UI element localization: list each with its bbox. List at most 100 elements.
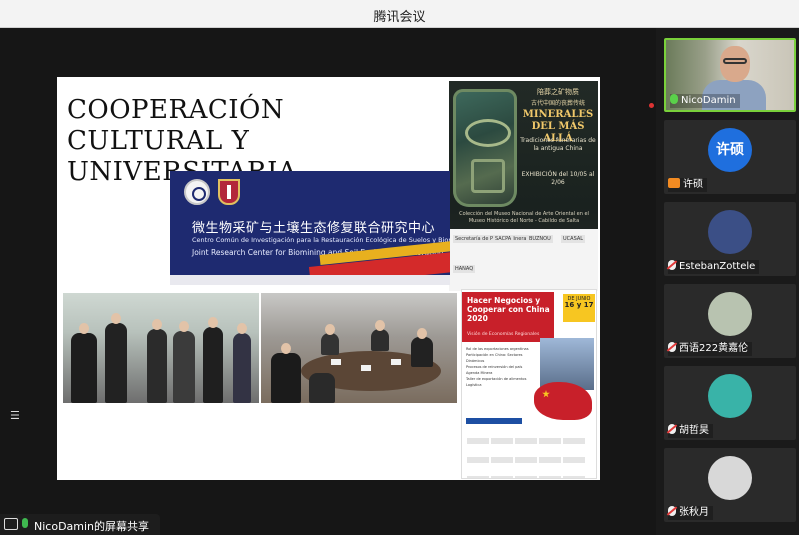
exhibition-poster: 陪葬之矿物质 古代中国的丧葬传统 MINERALES DEL MÁS ALLÁ …: [449, 81, 598, 291]
person-head: [111, 313, 121, 324]
jade-mask-image: [453, 89, 517, 207]
sponsor-logo: [563, 457, 585, 463]
sponsor-logo: [539, 438, 561, 444]
participant-name: NicoDamin: [681, 95, 736, 106]
china-map-image: [534, 382, 592, 420]
registration-bar: [466, 418, 522, 424]
recording-dot: [649, 103, 654, 108]
list-icon[interactable]: ☰: [10, 409, 24, 423]
microphone-icon: [22, 518, 28, 528]
sponsor-logo: [491, 438, 513, 444]
person: [309, 373, 335, 403]
person-head: [179, 321, 189, 332]
participant-tile[interactable]: NicoDamin: [664, 38, 796, 112]
sponsor-logo: [491, 476, 513, 478]
participant-name: 许硕: [683, 179, 703, 190]
university-seal-icon: [184, 179, 210, 205]
avatar: [708, 292, 752, 336]
person: [233, 333, 251, 403]
person-head: [281, 343, 291, 354]
document: [361, 365, 371, 371]
poster-zh-line2: 古代中国的丧葬传统: [530, 100, 585, 107]
person: [411, 337, 433, 367]
microphone-muted-icon: [668, 260, 676, 270]
person: [203, 327, 223, 403]
participants-panel: NicoDamin 许硕 许硕 EstebanZottele 西语222黄嘉伦 …: [656, 28, 799, 535]
poster-exhibition-dates: EXHIBICIÓN del 10/05 al 2/06: [521, 171, 595, 186]
poster-zh-line1: 陪葬之矿物质: [537, 88, 579, 96]
participant-name-tag: 胡哲昊: [668, 424, 713, 438]
person: [173, 331, 195, 403]
sponsor-logo: Secretaría de Política Minera: [453, 235, 529, 243]
participant-name-tag: 许硕: [668, 178, 707, 192]
person: [321, 333, 339, 355]
participant-tile[interactable]: 张秋月: [664, 448, 796, 522]
avatar: [708, 456, 752, 500]
document: [331, 359, 341, 365]
banner-spanish: Centro Común de Investigación para la Re…: [192, 236, 450, 244]
sponsor-logo: [491, 457, 513, 463]
microphone-muted-icon: [668, 342, 676, 352]
participant-tile[interactable]: 西语222黄嘉伦: [664, 284, 796, 358]
person-head: [375, 320, 385, 331]
sponsor-logos: [466, 430, 594, 478]
person: [371, 329, 389, 351]
avatar: [708, 374, 752, 418]
person-face: [720, 46, 750, 82]
sponsor-logo: [539, 457, 561, 463]
person-head: [208, 317, 218, 328]
date-value: 16 y 17: [564, 301, 594, 309]
sponsor-logo: [563, 476, 585, 478]
microphone-muted-icon: [668, 424, 676, 434]
glasses: [723, 58, 747, 64]
initials-avatar: 许硕: [708, 128, 752, 172]
person-head: [152, 319, 162, 330]
title-bar: 腾讯会议: [0, 0, 799, 28]
participant-name: EstebanZottele: [679, 261, 756, 272]
participant-tile[interactable]: EstebanZottele: [664, 202, 796, 276]
research-center-banner: 微生物采矿与土壤生态修复联合研究中心 Centro Común de Inves…: [170, 171, 450, 285]
participant-name-tag: 西语222黄嘉伦: [668, 342, 753, 356]
university-crest-icon: [218, 179, 240, 205]
sponsor-logo: [515, 438, 537, 444]
poster-collection: Colección del Museo Nacional de Arte Ori…: [459, 211, 589, 224]
sponsor-logo: [539, 476, 561, 478]
screen-share-indicator[interactable]: NicoDamin的屏幕共享: [0, 514, 160, 535]
document: [391, 359, 401, 365]
schedule-item: Logística: [466, 383, 482, 387]
shared-screen-area: COOPERACIÓN CULTURAL Y UNIVERSITARIA 陪葬之…: [0, 28, 656, 535]
date-badge: DE JUNIO 16 y 17: [563, 294, 595, 322]
business-poster: Hacer Negocios y Cooperar con China 2020…: [461, 289, 597, 479]
delegation-photo: [63, 293, 259, 403]
sponsor-logo: [467, 457, 489, 463]
sponsor-logo: BUZNOU: [527, 235, 553, 243]
sponsor-logo: SACPA: [493, 235, 514, 243]
participant-name: 张秋月: [679, 507, 709, 518]
sponsor-logo: [515, 457, 537, 463]
sponsor-logo: UCASAL: [561, 235, 586, 243]
poster-subtitle: Tradiciones funerarias de la antigua Chi…: [520, 137, 596, 152]
microphone-muted-icon: [668, 506, 676, 516]
participant-name-tag: 张秋月: [668, 506, 713, 520]
window-title: 腾讯会议: [373, 10, 426, 25]
person-head: [79, 323, 89, 334]
participant-tile[interactable]: 许硕 许硕: [664, 120, 796, 194]
microphone-on-icon: [670, 94, 678, 104]
person: [271, 353, 301, 403]
poster-logo-strip: Secretaría de Política Minera SACPA BUZN…: [449, 229, 598, 291]
participant-name: 胡哲昊: [679, 425, 709, 436]
user-icon: [668, 178, 680, 188]
business-poster-subtitle: Visión de Economías Regionales: [467, 332, 540, 337]
screen-share-label: NicoDamin的屏幕共享: [34, 520, 150, 533]
person-head: [417, 328, 427, 339]
screen-share-icon: [4, 518, 18, 530]
presentation-slide: COOPERACIÓN CULTURAL Y UNIVERSITARIA 陪葬之…: [57, 77, 600, 480]
participant-tile[interactable]: 胡哲昊: [664, 366, 796, 440]
participant-name: 西语222黄嘉伦: [679, 343, 749, 354]
avatar: [708, 210, 752, 254]
person: [147, 329, 167, 403]
sponsor-logo: HANAQ: [453, 265, 476, 273]
schedule-item: Participación en China: Sectores Dinámic…: [466, 353, 523, 363]
meeting-photo: [261, 293, 457, 403]
sponsor-logo: [515, 476, 537, 478]
